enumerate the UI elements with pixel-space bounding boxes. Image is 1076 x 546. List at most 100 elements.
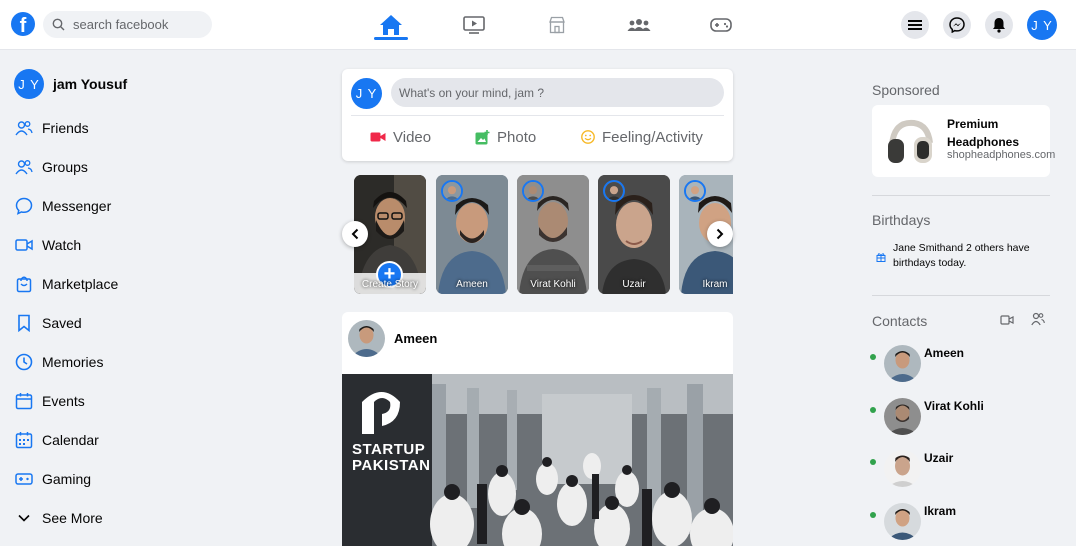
sidebar-item-label: Events <box>42 393 85 409</box>
sponsored-heading: Sponsored <box>872 82 940 98</box>
nav-home-tab[interactable] <box>365 0 417 50</box>
video-call-button[interactable] <box>1000 313 1014 331</box>
ad-url: shopheadphones.com <box>947 149 1056 161</box>
stories-strip: + Create Story Ameen Virat Kohli Uzair I… <box>342 175 733 294</box>
contacts-people-button[interactable] <box>1031 312 1045 331</box>
sidebar-item-label: See More <box>42 510 103 526</box>
stories-prev-button[interactable] <box>342 221 368 247</box>
sidebar-item-label: Messenger <box>42 198 112 214</box>
sidebar-item-label: Calendar <box>42 432 99 448</box>
sidebar-item-label: Watch <box>42 237 82 253</box>
contact-avatar <box>884 503 921 540</box>
contact-item[interactable]: Uzair <box>870 450 1050 490</box>
contact-item[interactable]: Virat Kohli <box>870 398 1050 438</box>
birthday-notice[interactable]: Jane Smithand 2 others have birthdays to… <box>876 241 1046 271</box>
account-avatar[interactable]: J Y <box>1027 10 1057 40</box>
contact-item[interactable]: Ikram <box>870 503 1050 543</box>
contact-avatar <box>884 450 921 487</box>
post-author-name[interactable]: Ameen <box>394 331 437 346</box>
online-status-dot <box>870 459 876 465</box>
search-input[interactable] <box>73 11 205 38</box>
online-status-dot <box>870 407 876 413</box>
ad-title: Premium Headphones <box>947 117 1020 149</box>
search-icon <box>52 18 65 31</box>
menu-icon <box>908 20 922 30</box>
notifications-button[interactable] <box>985 11 1013 39</box>
contact-avatar <box>884 398 921 435</box>
events-icon <box>14 391 34 411</box>
sidebar-item-watch[interactable]: Watch <box>14 230 234 260</box>
friends-icon <box>14 118 34 138</box>
photo-label: Photo <box>497 128 537 146</box>
messenger-icon <box>14 196 34 216</box>
sidebar-item-calendar[interactable]: Calendar <box>14 425 234 455</box>
story-avatar <box>441 180 463 202</box>
story-card[interactable]: Virat Kohli <box>517 175 589 294</box>
story-card[interactable]: Uzair <box>598 175 670 294</box>
photo-button[interactable]: Photo <box>475 125 536 149</box>
headphones-image <box>884 115 938 167</box>
watch-icon <box>463 16 485 34</box>
sidebar-item-saved[interactable]: Saved <box>14 308 234 338</box>
home-icon <box>380 15 402 35</box>
story-avatar <box>684 180 706 202</box>
nav-gaming-tab[interactable] <box>695 0 747 50</box>
gaming-icon <box>14 469 34 489</box>
sidebar-item-see-more[interactable]: See More <box>14 503 234 533</box>
menu-button[interactable] <box>901 11 929 39</box>
story-name: Ameen <box>456 279 488 290</box>
sidebar-item-profile[interactable]: J Y jam Yousuf <box>14 69 234 99</box>
chevron-right-icon <box>716 228 724 240</box>
contact-name: Ameen <box>924 346 965 360</box>
sidebar-item-memories[interactable]: Memories <box>14 347 234 377</box>
chevron-down-icon <box>14 508 34 528</box>
sponsored-ad-card[interactable]: Premium Headphones shopheadphones.com <box>872 105 1055 177</box>
sidebar-item-friends[interactable]: Friends <box>14 113 234 143</box>
video-button[interactable]: Video <box>370 125 431 149</box>
nav-groups-tab[interactable] <box>613 0 665 50</box>
messenger-icon <box>949 17 965 33</box>
status-input[interactable] <box>391 78 724 107</box>
online-status-dot <box>870 354 876 360</box>
video-icon <box>14 235 34 255</box>
sidebar-item-label: jam Yousuf <box>53 76 128 92</box>
marketplace-icon <box>14 274 34 294</box>
chevron-left-icon <box>351 228 359 240</box>
feeling-activity-button[interactable]: Feeling/Activity <box>581 125 703 149</box>
contact-item[interactable]: Ameen <box>870 345 1050 385</box>
gift-icon <box>876 249 886 271</box>
stories-next-button[interactable] <box>707 221 733 247</box>
video-icon <box>1000 315 1014 325</box>
sidebar-item-marketplace[interactable]: Marketplace <box>14 269 234 299</box>
clock-icon <box>14 352 34 372</box>
post-author-avatar[interactable] <box>348 320 385 357</box>
nav-watch-tab[interactable] <box>448 0 500 50</box>
bookmark-icon <box>14 313 34 333</box>
sidebar-item-messenger[interactable]: Messenger <box>14 191 234 221</box>
feed-post: Ameen STARTUP PAKISTAN <box>342 312 733 546</box>
post-composer: J Y Video Photo Feeling/Activity <box>342 69 733 161</box>
sidebar-item-label: Memories <box>42 354 104 370</box>
feeling-label: Feeling/Activity <box>602 128 703 146</box>
gaming-icon <box>710 18 732 32</box>
divider <box>872 295 1050 296</box>
sidebar-item-label: Marketplace <box>42 276 119 292</box>
contacts-heading: Contacts <box>872 313 928 329</box>
contact-avatar <box>884 345 921 382</box>
post-image[interactable]: STARTUP PAKISTAN <box>342 374 733 546</box>
search-box[interactable] <box>43 11 212 38</box>
sidebar-item-groups[interactable]: Groups <box>14 152 234 182</box>
messenger-button[interactable] <box>943 11 971 39</box>
facebook-logo-icon[interactable]: f <box>11 12 35 36</box>
nav-marketplace-tab[interactable] <box>531 0 583 50</box>
story-name: Create Story <box>361 279 419 290</box>
contact-name: Virat Kohli <box>924 399 984 413</box>
sidebar-item-events[interactable]: Events <box>14 386 234 416</box>
divider <box>351 115 724 116</box>
story-card[interactable]: Ameen <box>436 175 508 294</box>
post-image-brand: STARTUP PAKISTAN <box>352 442 430 474</box>
story-name: Uzair <box>622 279 646 290</box>
photo-icon <box>475 129 490 145</box>
sidebar-item-gaming[interactable]: Gaming <box>14 464 234 494</box>
online-status-dot <box>870 512 876 518</box>
